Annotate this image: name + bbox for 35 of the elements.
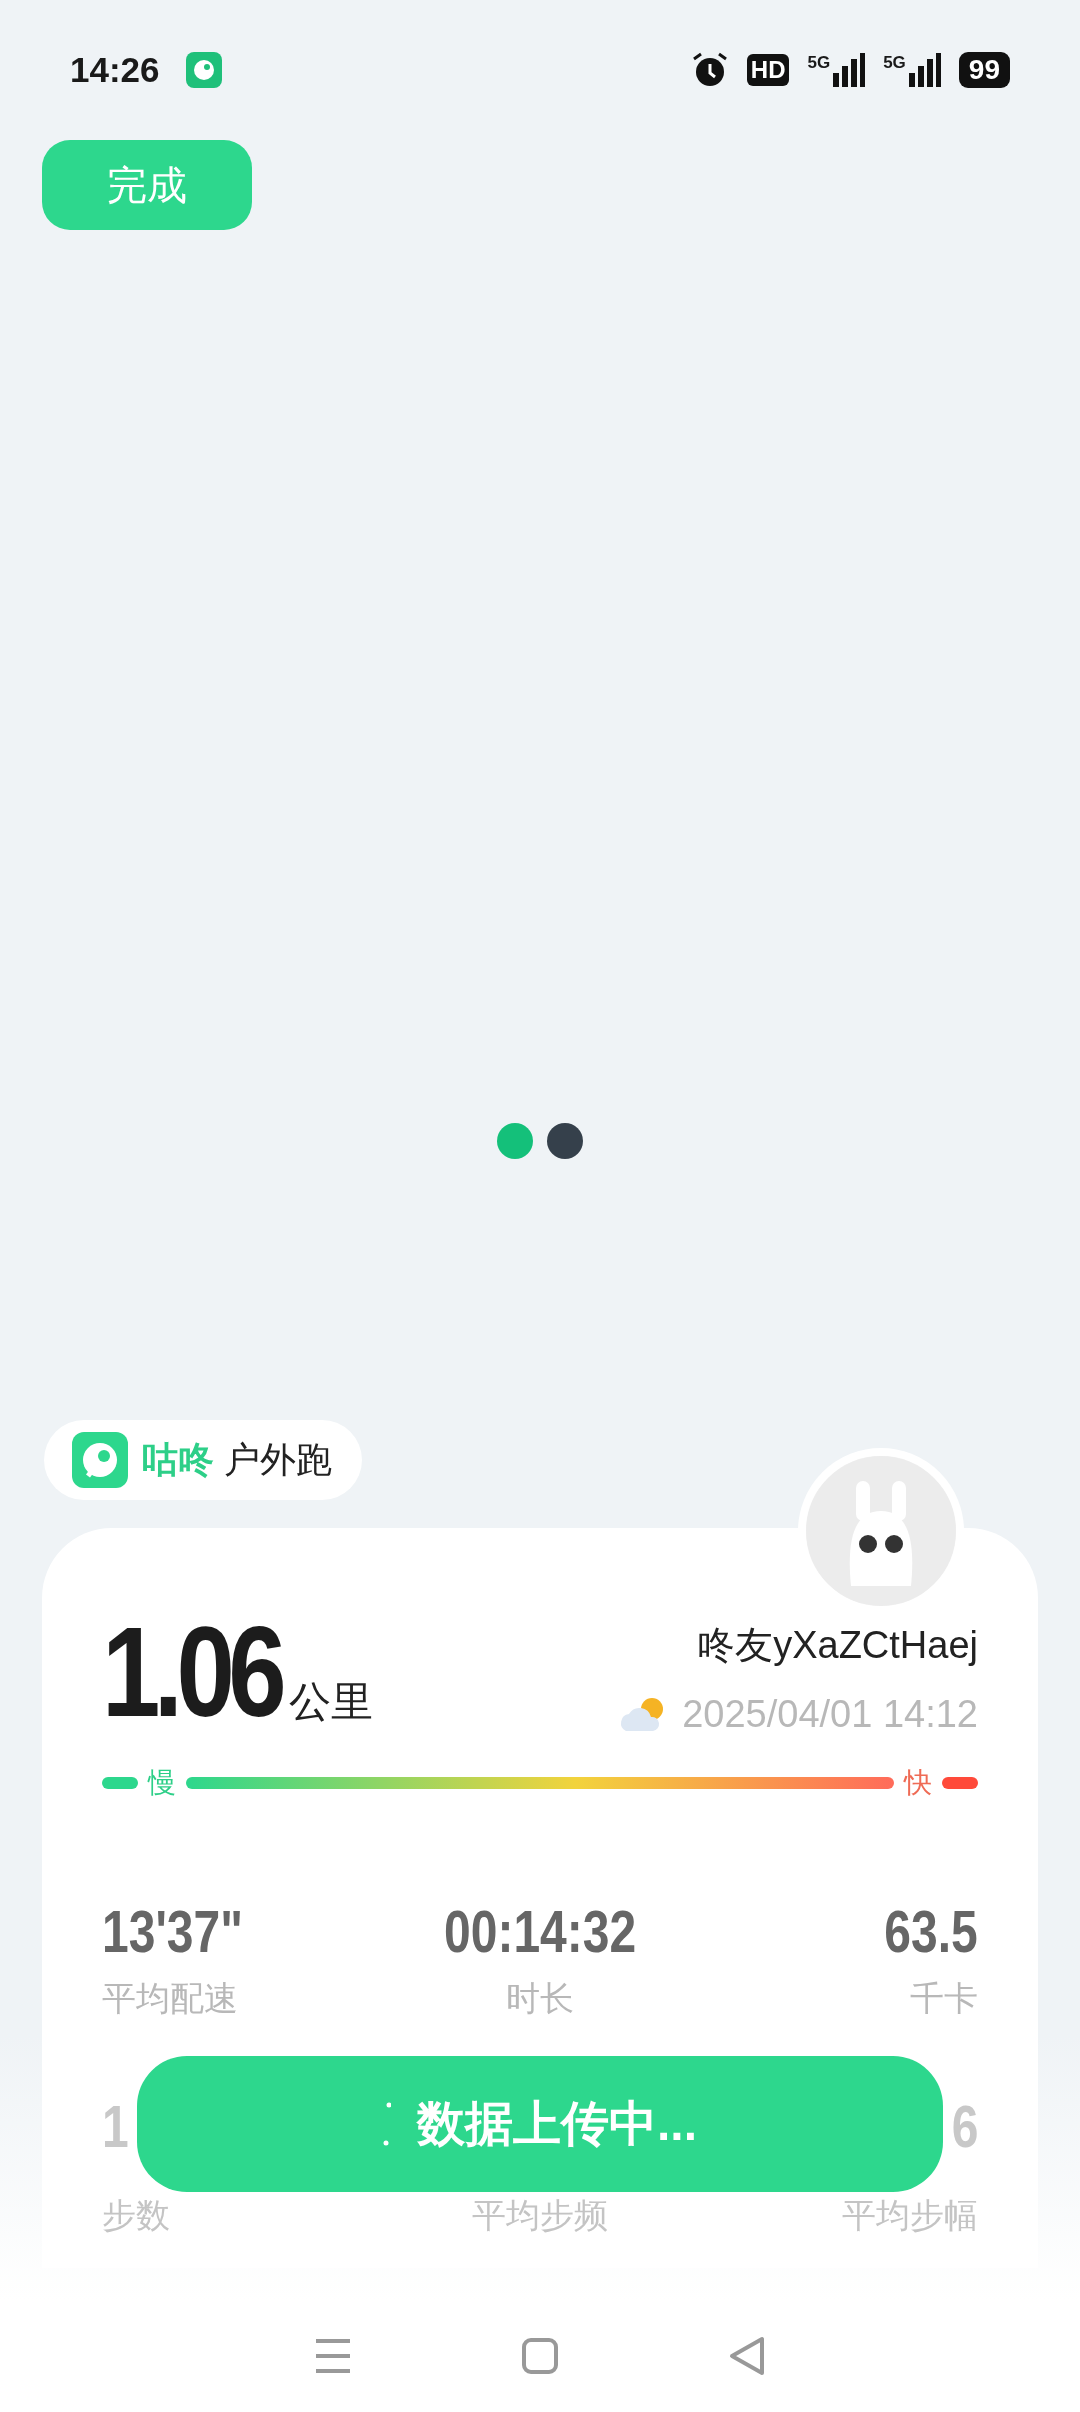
app-notification-icon bbox=[185, 52, 222, 88]
signal-icon bbox=[833, 53, 866, 87]
stat-label: 平均步频 bbox=[472, 2195, 608, 2236]
stat-label: 平均步幅 bbox=[842, 2195, 978, 2236]
slow-end-marker bbox=[102, 1777, 138, 1789]
stat-value: 13'37" bbox=[102, 1902, 244, 1962]
clock-time: 14:26 bbox=[70, 50, 160, 90]
distance-unit: 公里 bbox=[289, 1677, 374, 1727]
activity-type: 户外跑 bbox=[224, 1437, 332, 1482]
user-name: 咚友yXaZCtHaej bbox=[697, 1623, 978, 1668]
distance-value: 1.06 bbox=[102, 1608, 281, 1736]
home-icon[interactable] bbox=[521, 2337, 559, 2375]
fast-end-marker bbox=[942, 1777, 978, 1789]
app-logo-icon bbox=[72, 1432, 128, 1488]
stat-value: 63.5 bbox=[884, 1902, 978, 1962]
stat-label: 平均配速 bbox=[102, 1978, 239, 2019]
stat-label: 千卡 bbox=[910, 1978, 978, 2019]
brand-name: 咕咚 bbox=[142, 1437, 214, 1482]
back-icon[interactable] bbox=[727, 2336, 766, 2376]
run-datetime: 2025/04/01 14:12 bbox=[682, 1693, 978, 1736]
stat-label: 时长 bbox=[506, 1978, 574, 2019]
battery-level: 99 bbox=[958, 52, 1010, 88]
hd-badge: HD bbox=[746, 54, 790, 86]
fast-label: 快 bbox=[904, 1766, 932, 1800]
upload-status-text: 数据上传中... bbox=[417, 2096, 697, 2152]
menu-icon[interactable] bbox=[314, 2338, 353, 2374]
network-label: 5G bbox=[883, 53, 906, 73]
signal-icon bbox=[908, 53, 941, 87]
stat-label: 步数 bbox=[102, 2195, 171, 2236]
stat-value: 00:14:32 bbox=[443, 1902, 637, 1962]
done-button[interactable]: 完成 bbox=[42, 140, 252, 230]
alarm-icon bbox=[690, 51, 729, 89]
network-label: 5G bbox=[807, 53, 831, 73]
slow-label: 慢 bbox=[148, 1766, 176, 1800]
loading-spinner-icon bbox=[383, 2101, 391, 2147]
